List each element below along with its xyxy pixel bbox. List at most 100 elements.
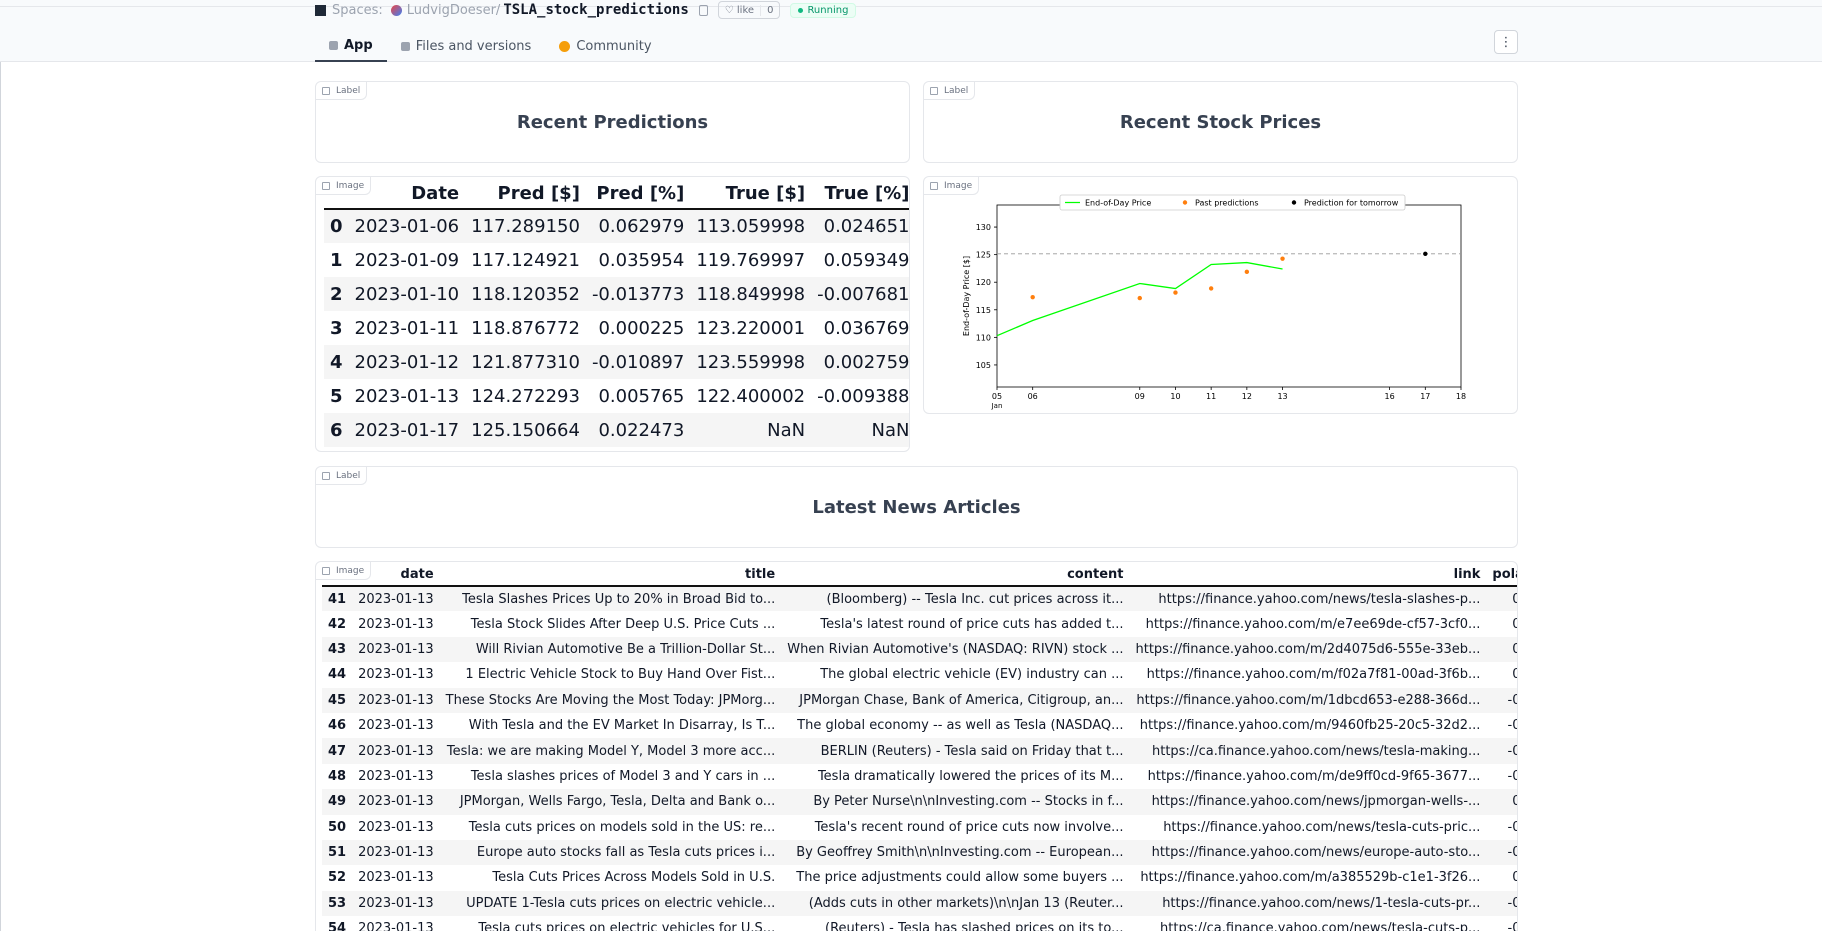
status-badge: Running	[790, 2, 857, 18]
table-row: 1 2023-01-09 117.124921 0.035954 119.769997 0…	[324, 243, 909, 277]
table-cell: 113.059998	[696, 216, 806, 237]
table-cell: 2023-01-13	[358, 641, 434, 657]
past-prediction-point	[1244, 269, 1250, 275]
space-header: Spaces: LudvigDoeser / TSLA_stock_predic…	[0, 0, 1822, 62]
table-cell: 2023-01-06	[354, 216, 460, 237]
spaces-icon	[315, 4, 326, 16]
copy-icon[interactable]	[698, 4, 708, 16]
table-row: 53 2023-01-13 UPDATE 1-Tesla cuts prices o…	[322, 890, 1517, 917]
label-tag-icon	[930, 86, 938, 95]
table-cell: 0.062979	[598, 216, 685, 237]
table-cell: (Reuters) - Tesla has slashed prices on …	[825, 921, 1124, 931]
repo-name[interactable]: TSLA_stock_predictions	[503, 2, 688, 18]
like-button[interactable]: ♡ like 0	[717, 1, 781, 19]
owner-avatar	[390, 4, 402, 16]
table-cell: https://finance.yahoo.com/m/f02a7f81-00a…	[1146, 667, 1481, 683]
x-tick-label: 06	[1028, 392, 1038, 401]
table-cell: 2023-01-17	[354, 419, 460, 441]
table-cell: Tesla Stock Slides After Deep U.S. Price…	[470, 616, 776, 632]
table-cell: These Stocks Are Moving the Most Today: …	[445, 692, 776, 708]
row-index: 48	[328, 768, 347, 784]
table-row: 3 2023-01-11 118.876772 0.000225 123.220001 0…	[324, 311, 910, 345]
table-cell: -0.382	[1507, 768, 1517, 784]
tab-app-label: App	[344, 37, 373, 53]
space-breadcrumb: Spaces: LudvigDoeser / TSLA_stock_predic…	[315, 0, 857, 20]
table-cell: 118.849998	[696, 283, 806, 305]
table-cell: 2023-01-09	[354, 249, 460, 271]
row-index: 2	[330, 283, 343, 305]
x-tick-sublabel: Jan	[991, 402, 1003, 410]
row-index: 41	[328, 591, 347, 607]
table-cell: https://ca.finance.yahoo.com/news/tesla-…	[1151, 743, 1481, 759]
table-cell: 0.002759	[823, 351, 910, 373]
table-cell: 2023-01-13	[358, 895, 434, 911]
table-cell: 2023-01-13	[358, 743, 434, 759]
table-row: 41 2023-01-13 Tesla Slashes Prices Up to 2…	[322, 586, 1517, 612]
image-tag-icon	[322, 566, 330, 575]
tab-app[interactable]: App	[315, 30, 387, 62]
table-row: 4 2023-01-12 121.877310 -0.010897 123.559998…	[324, 345, 910, 379]
table-cell: Tesla's recent round of price cuts now i…	[814, 819, 1124, 835]
table-cell: 125.150664	[471, 419, 580, 441]
stock-price-chart-panel: Image 105 110 115 120 125 130 05 06 09 10 11 12 13 16…	[923, 176, 1518, 414]
tab-files-and-versions[interactable]: Files and versions	[387, 30, 546, 62]
status-dot-icon	[798, 7, 804, 13]
table-cell: NaN	[767, 419, 806, 441]
table-cell: https://finance.yahoo.com/news/tesla-cut…	[1163, 819, 1481, 835]
column-header: Pred [$]	[465, 179, 586, 210]
table-cell: -0.128	[1507, 743, 1517, 759]
more-options-button[interactable]: ⋮	[1494, 30, 1518, 54]
table-cell: 0.036769	[823, 317, 910, 339]
table-cell: BERLIN (Reuters) - Tesla said on Friday …	[820, 743, 1124, 759]
panel-tag: Image	[924, 177, 980, 195]
like-text: like	[736, 4, 755, 16]
label-tag-icon	[322, 471, 330, 480]
x-tick-label: 17	[1420, 392, 1430, 401]
table-row: 52 2023-01-13 Tesla Cuts Prices Across Mod…	[322, 865, 1517, 890]
column-header: True [%]	[811, 179, 909, 210]
recent-prices-label-panel: Label Recent Stock Prices	[923, 81, 1518, 163]
legend-label: End-of-Day Price	[1085, 199, 1151, 208]
row-index: 4	[330, 351, 343, 373]
table-cell: -0.459	[1507, 895, 1517, 911]
y-tick-label: 110	[976, 333, 991, 342]
legend-dot-swatch	[1182, 200, 1188, 205]
table-cell: When Rivian Automotive's (NASDAQ: RIVN) …	[787, 641, 1124, 657]
table-cell: Tesla cuts prices on electric vehicles f…	[478, 921, 776, 931]
table-cell: 0.984	[1486, 789, 1517, 814]
news-table: date title content link polarity 41 2023-…	[322, 564, 1517, 931]
predictions-table: Date Pred [$] Pred [%] True [$] True [%]…	[324, 179, 910, 447]
status-text: Running	[807, 4, 849, 16]
tab-files-label: Files and versions	[415, 38, 532, 54]
predictions-image-panel: Image Date Pred [$] Pred [%] True [$] Tr…	[315, 176, 910, 452]
table-cell: 0.542	[1486, 865, 1517, 890]
table-cell: 124.272293	[471, 385, 580, 407]
table-cell: 123.559998	[696, 351, 806, 373]
table-cell: The global electric vehicle (EV) industr…	[820, 667, 1124, 683]
table-cell: 2023-01-13	[358, 591, 434, 607]
past-prediction-point	[1208, 286, 1214, 291]
owner-link[interactable]: LudvigDoeser	[407, 3, 496, 18]
table-cell: By Geoffrey Smith\n\nInvesting.com -- Eu…	[796, 845, 1124, 861]
recent-prices-title: Recent Stock Prices	[1119, 112, 1322, 133]
y-axis-label: End-of-Day Price [$]	[962, 256, 971, 336]
table-cell: 0.022473	[598, 419, 685, 441]
table-row: 48 2023-01-13 Tesla slashes prices of Mode…	[322, 764, 1517, 789]
panel-tag: Image	[316, 562, 372, 580]
row-index: 45	[328, 692, 347, 708]
x-tick-label: 05	[992, 392, 1002, 401]
row-index: 49	[328, 794, 347, 810]
table-row: 2 2023-01-10 118.120352 -0.013773 118.849998…	[324, 277, 909, 311]
spaces-label[interactable]: Spaces:	[332, 3, 383, 18]
table-cell: Tesla dramatically lowered the prices of…	[817, 768, 1124, 784]
tomorrow-prediction-point	[1423, 251, 1428, 257]
table-cell: 2023-01-13	[358, 768, 434, 784]
tab-community[interactable]: Community	[545, 30, 665, 62]
table-cell: https://finance.yahoo.com/m/e7ee69de-cf5…	[1145, 616, 1481, 632]
table-row: 44 2023-01-13 1 Electric Vehicle Stock to …	[322, 662, 1517, 687]
table-cell: 121.877310	[471, 351, 580, 373]
table-cell: https://finance.yahoo.com/news/jpmorgan-…	[1151, 794, 1481, 810]
table-cell: 0.005765	[598, 385, 685, 407]
row-index: 44	[328, 667, 347, 683]
y-tick-label: 105	[976, 361, 991, 370]
